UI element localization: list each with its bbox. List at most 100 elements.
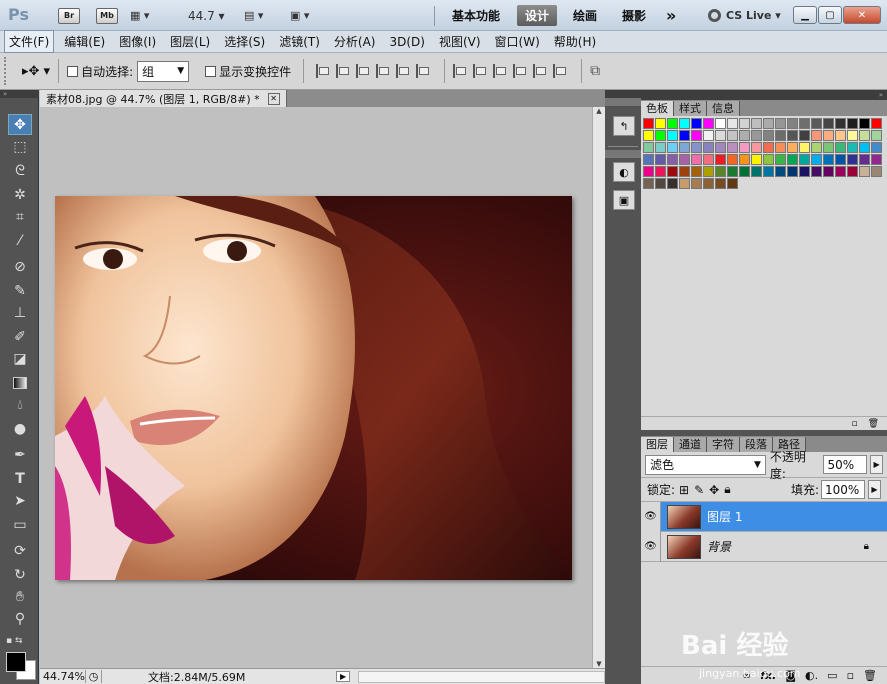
delete-swatch-icon[interactable]: 🗑︎ [868, 419, 879, 429]
color-swatch[interactable] [823, 118, 834, 129]
blend-mode-dropdown[interactable]: 滤色 ▼ [645, 454, 766, 475]
clone-source-panel-icon[interactable]: ▣ [613, 190, 635, 210]
color-swatch[interactable] [823, 154, 834, 165]
color-swatch[interactable] [787, 118, 798, 129]
distribute-hcenter-icon[interactable] [533, 64, 547, 78]
layer-name[interactable]: 图层 1 [707, 508, 742, 525]
scroll-up-icon[interactable]: ▲ [593, 107, 605, 115]
brush-tool-icon[interactable]: ✎ [8, 280, 32, 301]
lasso-tool-icon[interactable]: ᘓ [8, 160, 32, 181]
workspace-painting[interactable]: 绘画 [565, 5, 605, 26]
hand-tool-icon[interactable]: ✋︎ [8, 586, 32, 607]
color-swatch[interactable] [787, 154, 798, 165]
menu-select[interactable]: 选择(S) [220, 31, 269, 52]
history-brush-tool-icon[interactable]: ✐ [8, 326, 32, 347]
color-swatch[interactable] [739, 118, 750, 129]
color-swatch[interactable] [799, 142, 810, 153]
color-swatch[interactable] [655, 118, 666, 129]
color-swatch[interactable] [787, 166, 798, 177]
color-swatch[interactable] [715, 130, 726, 141]
distribute-left-icon[interactable] [513, 64, 527, 78]
layer-row-background[interactable]: 👁︎ 背景 🔒︎ [641, 531, 887, 562]
color-swatch[interactable] [751, 154, 762, 165]
opacity-field[interactable]: 50% [823, 455, 868, 474]
path-select-tool-icon[interactable]: ➤ [8, 490, 32, 511]
zoom-readout[interactable]: 44.74% [40, 670, 86, 683]
menu-file[interactable]: 文件(F) [4, 30, 55, 53]
color-swatch[interactable] [835, 142, 846, 153]
color-swatch[interactable] [847, 166, 858, 177]
color-swatch[interactable] [691, 178, 702, 189]
color-swatch[interactable] [739, 130, 750, 141]
color-swatch[interactable] [823, 166, 834, 177]
color-swatch[interactable] [691, 130, 702, 141]
delete-layer-icon[interactable]: 🗑︎ [863, 669, 877, 682]
color-swatch[interactable] [703, 178, 714, 189]
color-swatch[interactable] [715, 118, 726, 129]
color-swatch[interactable] [655, 142, 666, 153]
color-swatch[interactable] [739, 166, 750, 177]
color-swatch[interactable] [655, 166, 666, 177]
shape-tool-icon[interactable]: ▭ [8, 514, 32, 535]
color-swatch[interactable] [667, 130, 678, 141]
color-swatch[interactable] [847, 154, 858, 165]
color-swatch[interactable] [667, 154, 678, 165]
eyedropper-tool-icon[interactable]: ⁄ [8, 230, 32, 251]
tab-channels[interactable]: 通道 [674, 437, 707, 452]
menu-help[interactable]: 帮助(H) [550, 31, 600, 52]
foreground-color-swatch[interactable] [6, 652, 26, 672]
color-swatch[interactable] [775, 142, 786, 153]
menu-analysis[interactable]: 分析(A) [330, 31, 380, 52]
marquee-tool-icon[interactable]: ⬚ [8, 136, 32, 157]
lock-image-icon[interactable]: ✎ [694, 483, 704, 497]
blur-tool-icon[interactable]: 💧︎ [8, 394, 32, 415]
color-swatch[interactable] [799, 154, 810, 165]
adjustment-layer-icon[interactable]: ◐. [805, 669, 818, 682]
align-vcenter-icon[interactable] [336, 64, 350, 78]
color-swatch[interactable] [727, 118, 738, 129]
status-menu-arrow-icon[interactable]: ▶ [336, 671, 351, 682]
opacity-slider-arrow-icon[interactable]: ▶ [870, 455, 883, 474]
menu-filter[interactable]: 滤镜(T) [275, 31, 324, 52]
swatches-grid[interactable]: ▫ 🗑︎ [641, 116, 887, 430]
color-swatch[interactable] [643, 178, 654, 189]
color-swatch[interactable] [871, 142, 882, 153]
close-icon[interactable]: ✕ [267, 92, 280, 105]
color-swatch[interactable] [835, 154, 846, 165]
color-swatch[interactable] [703, 154, 714, 165]
maximize-button[interactable]: ▢ [818, 6, 842, 24]
3d-orbit-tool-icon[interactable]: ↻ [8, 564, 32, 585]
workspace-design[interactable]: 设计 [517, 5, 558, 26]
default-colors-icon[interactable]: ▪ ⇆ [6, 636, 23, 646]
menu-layer[interactable]: 图层(L) [166, 31, 214, 52]
show-transform-checkbox[interactable] [205, 65, 217, 77]
color-swatch[interactable] [847, 130, 858, 141]
color-swatch[interactable] [835, 118, 846, 129]
color-swatch[interactable] [787, 142, 798, 153]
color-swatch[interactable] [679, 130, 690, 141]
status-info-icon[interactable]: ◷ [86, 670, 102, 683]
color-swatch[interactable] [811, 154, 822, 165]
color-swatch[interactable] [715, 178, 726, 189]
color-swatch[interactable] [859, 130, 870, 141]
color-swatch[interactable] [643, 142, 654, 153]
color-swatch[interactable] [667, 118, 678, 129]
menu-window[interactable]: 窗口(W) [491, 31, 544, 52]
distribute-bottom-icon[interactable] [493, 64, 507, 78]
color-swatch[interactable] [679, 166, 690, 177]
tab-paragraph[interactable]: 段落 [740, 437, 773, 452]
color-swatch[interactable] [751, 118, 762, 129]
color-swatch[interactable] [847, 118, 858, 129]
color-swatch[interactable] [799, 130, 810, 141]
color-swatch[interactable] [859, 154, 870, 165]
color-swatch[interactable] [775, 154, 786, 165]
color-swatch[interactable] [667, 166, 678, 177]
tab-layers[interactable]: 图层 [641, 437, 674, 452]
image-canvas[interactable] [55, 196, 572, 580]
color-swatch[interactable] [751, 166, 762, 177]
color-swatch[interactable] [847, 142, 858, 153]
auto-align-icon[interactable]: ⧉ [590, 63, 600, 79]
gradient-tool-icon[interactable] [8, 372, 32, 393]
color-swatch[interactable] [811, 166, 822, 177]
color-swatch[interactable] [703, 166, 714, 177]
